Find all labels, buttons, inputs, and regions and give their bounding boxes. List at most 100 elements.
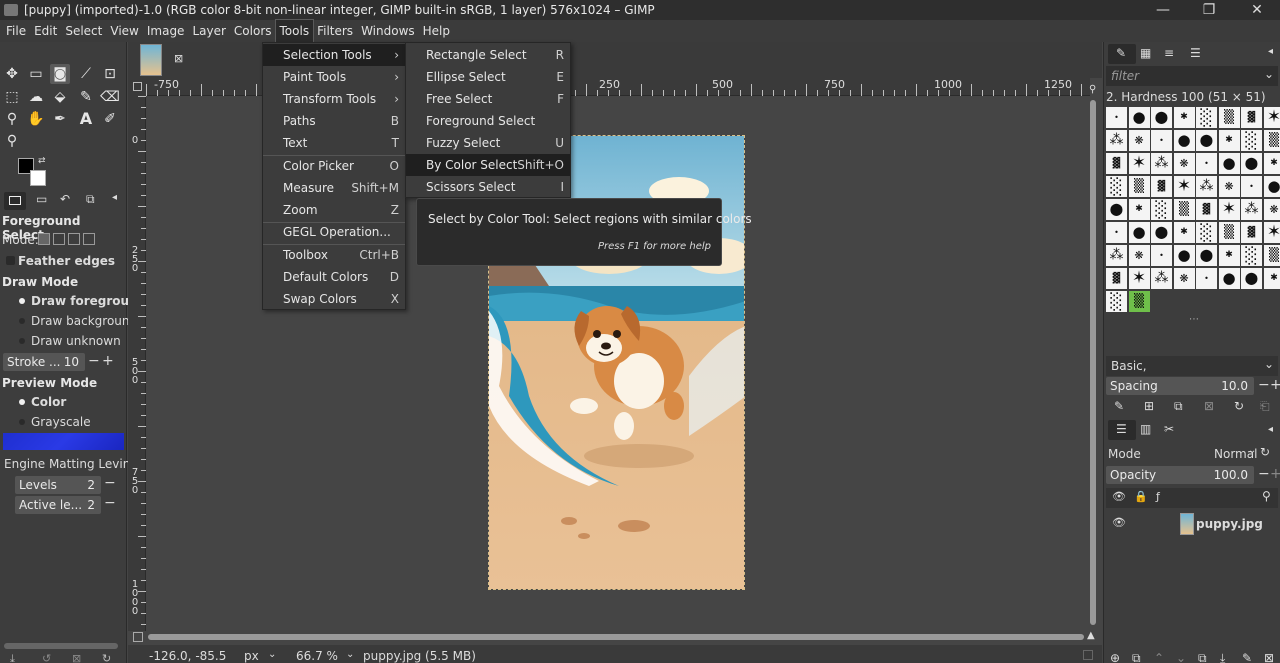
patterns-icon[interactable]: ▦ (1140, 46, 1151, 60)
brush-thumbnail[interactable]: ⬤ (1151, 222, 1172, 243)
warp-transform-icon[interactable]: ☁ (26, 87, 46, 107)
channels-icon[interactable]: ▥ (1140, 422, 1151, 436)
opacity-plus-icon[interactable]: + (1270, 466, 1280, 482)
layer-row[interactable]: 👁 puppy.jpg (1106, 512, 1278, 536)
duplicate-layer-icon[interactable]: ⧉ (1198, 651, 1207, 663)
brush-thumbnail[interactable]: ● (1173, 130, 1195, 151)
brush-thumbnail[interactable]: ⁂ (1151, 268, 1172, 289)
draw-unknown-radio[interactable] (19, 338, 25, 344)
menu-item-gegl-operation[interactable]: GEGL Operation... (263, 221, 405, 243)
brush-thumbnail[interactable]: ❋ (1128, 130, 1150, 151)
brush-thumbnail[interactable]: ▓ (1151, 176, 1172, 197)
left-dock-scrollbar[interactable] (4, 643, 118, 649)
brush-thumbnail[interactable]: ✶ (1263, 107, 1280, 128)
menu-select[interactable]: Select (61, 20, 106, 42)
vertical-scroll-thumb[interactable] (1090, 100, 1096, 625)
brush-thumbnail[interactable]: ▒ (1128, 176, 1150, 197)
refresh-brushes-icon[interactable]: ↻ (1234, 399, 1244, 413)
opacity-minus-icon[interactable]: − (1258, 466, 1270, 482)
maximize-button[interactable]: ❐ (1186, 0, 1232, 20)
menu-view[interactable]: View (106, 20, 142, 42)
brush-thumbnail[interactable]: ⬤ (1196, 130, 1217, 151)
preview-grayscale-radio[interactable] (19, 419, 25, 425)
unit-chevron-down-icon[interactable]: ⌄ (268, 649, 276, 660)
mode-intersect-icon[interactable] (83, 233, 95, 245)
raise-layer-icon[interactable]: ⌃ (1154, 651, 1164, 663)
feather-checkbox[interactable] (6, 256, 15, 265)
brush-thumbnail[interactable]: ░ (1196, 222, 1217, 243)
menu-windows[interactable]: Windows (357, 20, 419, 42)
brush-thumbnail[interactable]: ░ (1106, 291, 1127, 312)
unified-transform-icon[interactable]: ⬚ (2, 87, 22, 107)
brush-thumbnail[interactable]: ✶ (1263, 222, 1280, 243)
zoom-dropdown[interactable]: 66.7 % (296, 649, 338, 663)
stroke-width-spinner[interactable]: Stroke ... 10 (3, 353, 85, 371)
brush-thumbnail[interactable]: ✱ (1218, 245, 1240, 266)
mode-subtract-icon[interactable] (68, 233, 80, 245)
images-tab-icon[interactable]: ⧉ (86, 192, 95, 207)
quick-mask-corner-icon[interactable] (133, 82, 142, 91)
menu-item-swap-colors[interactable]: Swap Colors X (263, 288, 405, 310)
brush-thumbnail[interactable]: ✱ (1173, 107, 1195, 128)
brush-thumbnail[interactable]: ❋ (1128, 245, 1150, 266)
move-tool-icon[interactable]: ✥ (2, 64, 22, 84)
brush-thumbnail[interactable]: ▒ (1218, 107, 1240, 128)
effects-header-icon[interactable]: ƒ (1156, 490, 1160, 503)
cancel-operation-icon[interactable] (1083, 650, 1093, 660)
new-layer-group-icon[interactable]: ⧉ (1132, 651, 1141, 663)
brush-thumbnail[interactable]: ▓ (1106, 268, 1127, 289)
brush-thumbnail[interactable]: • (1106, 222, 1127, 243)
menu-image[interactable]: Image (143, 20, 189, 42)
menu-item-free-select[interactable]: Free Select F (406, 88, 570, 110)
menu-item-scissors-select[interactable]: Scissors Select I (406, 176, 570, 198)
brush-thumbnail[interactable]: ● (1263, 176, 1280, 197)
brush-thumbnail[interactable]: • (1106, 107, 1127, 128)
menu-tools[interactable]: Tools (274, 19, 315, 43)
navigate-icon[interactable] (133, 632, 143, 642)
reset-options-icon[interactable]: ↻ (102, 652, 111, 663)
menu-item-measure[interactable]: Measure Shift+M (263, 177, 405, 199)
menu-item-default-colors[interactable]: Default Colors D (263, 266, 405, 288)
menu-item-paths[interactable]: Paths B (263, 110, 405, 132)
brush-preset-dropdown[interactable]: Basic, ⌄ (1106, 356, 1278, 376)
brush-thumbnail[interactable]: ▓ (1106, 153, 1127, 174)
menu-item-ellipse-select[interactable]: Ellipse Select E (406, 66, 570, 88)
levels-minus-icon[interactable]: − (104, 475, 116, 491)
delete-options-icon[interactable]: ⊠ (72, 652, 81, 663)
document-history-icon[interactable]: ☰ (1190, 46, 1201, 60)
minimize-button[interactable]: — (1140, 0, 1186, 20)
rect-select-tool-icon[interactable]: ▭ (26, 64, 46, 84)
lock-header-icon[interactable]: 🔒 (1134, 490, 1148, 503)
menu-layer[interactable]: Layer (188, 20, 229, 42)
brush-thumbnail[interactable]: ⁂ (1196, 176, 1217, 197)
text-tool-icon[interactable]: A (76, 109, 96, 129)
mode-replace-icon[interactable] (38, 233, 50, 245)
stroke-minus-icon[interactable]: − (88, 353, 100, 369)
brush-thumbnail[interactable]: ░ (1196, 107, 1217, 128)
brush-grid[interactable]: • ● ⬤ ✱ ░ ▒ ▓ ✶ ⁂ ❋ • ● ⬤ ✱ ░ ▒ ▓ ✶ ⁂ ❋ • ● ⬤ ✱ ░ ▒ ▓ ✶ ⁂ ❋ • ● ⬤ ✱ ░ ▒ ▓ ✶ ⁂ ❋… (1106, 107, 1280, 313)
spacing-plus-icon[interactable]: + (1270, 377, 1280, 393)
brush-thumbnail[interactable]: ✶ (1128, 153, 1150, 174)
draw-foreground-radio[interactable] (19, 298, 25, 304)
brush-thumbnail[interactable]: ✶ (1218, 199, 1240, 220)
menu-file[interactable]: File (2, 20, 30, 42)
brush-thumbnail[interactable]: ⬤ (1106, 199, 1127, 220)
brush-thumbnail[interactable]: ❋ (1263, 199, 1280, 220)
horizontal-scrollbar[interactable] (146, 633, 1090, 641)
open-brush-icon[interactable]: ⎗ (1260, 399, 1270, 414)
lower-layer-icon[interactable]: ⌄ (1176, 651, 1186, 663)
levels-spinner[interactable]: Levels 2 (15, 476, 101, 494)
brush-thumbnail[interactable]: • (1151, 245, 1172, 266)
spacing-minus-icon[interactable]: − (1258, 377, 1270, 393)
mode-switch-icon[interactable]: ↻ (1260, 445, 1270, 459)
smudge-tool-icon[interactable]: ✋ (26, 109, 46, 129)
menu-colors[interactable]: Colors (230, 20, 276, 42)
new-layer-icon[interactable]: ⊕ (1110, 651, 1120, 663)
swap-colors-icon[interactable]: ⇄ (38, 156, 46, 166)
brush-thumbnail[interactable]: ░ (1151, 199, 1172, 220)
pane-handle[interactable]: ⋯ (1189, 314, 1199, 325)
search-layers-icon[interactable]: ⚲ (1262, 489, 1271, 503)
brush-thumbnail[interactable]: ❋ (1218, 176, 1240, 197)
navigation-arrow-icon[interactable]: ▲ (1087, 630, 1095, 641)
menu-edit[interactable]: Edit (30, 20, 61, 42)
